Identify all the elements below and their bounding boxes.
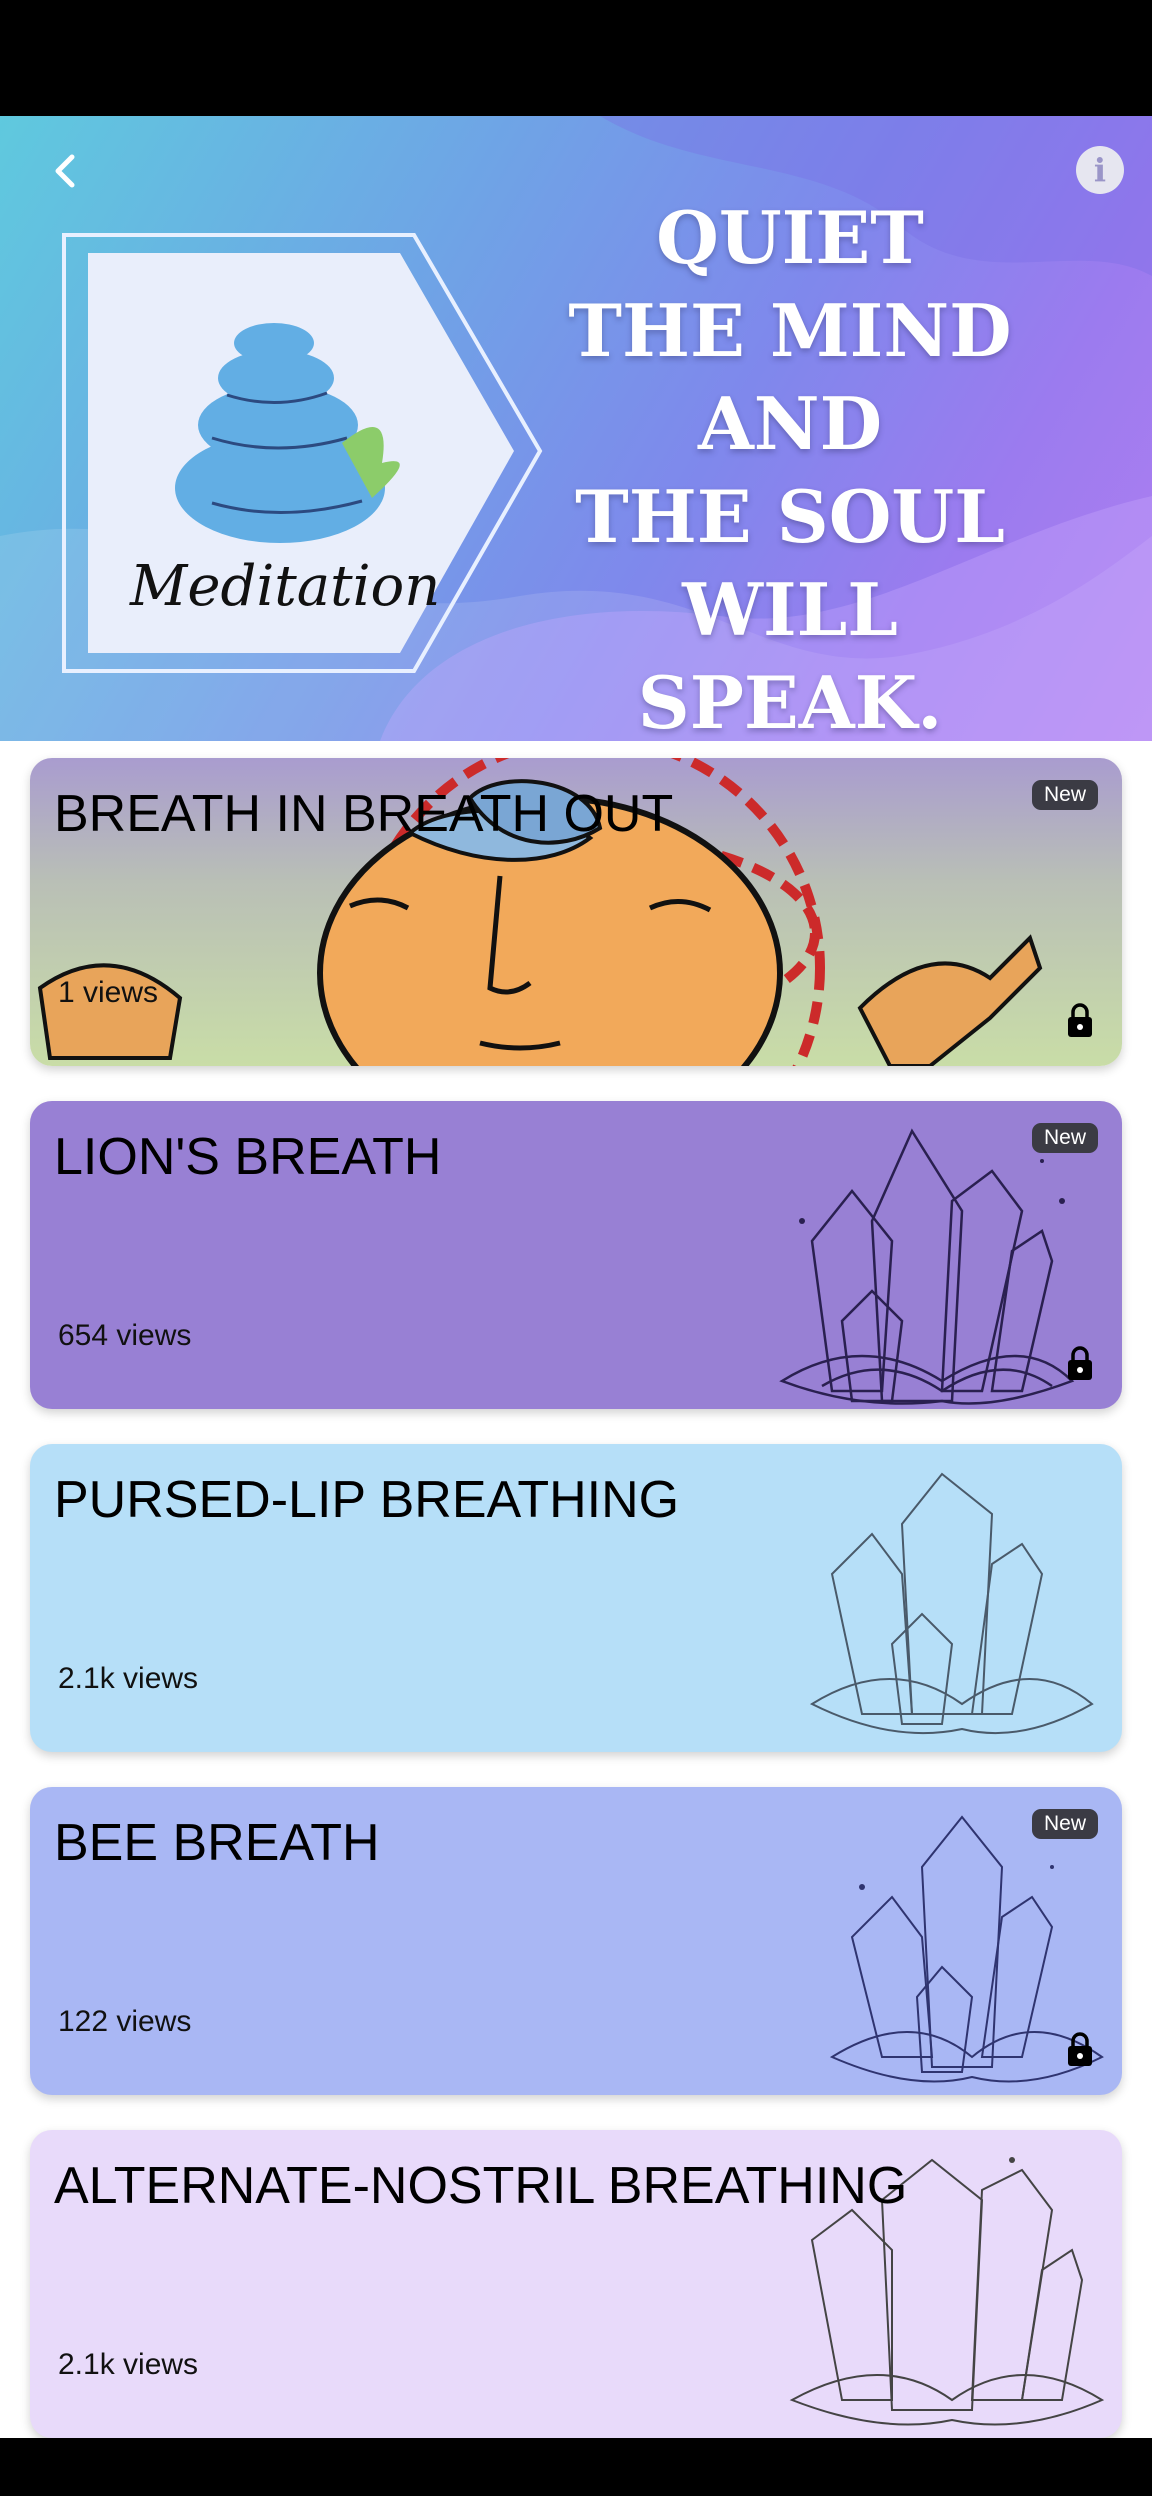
new-badge: New	[1031, 1123, 1098, 1153]
hero-quote: QUIET THE MIND AND THE SOUL WILL SPEAK.	[568, 195, 1012, 741]
lock-icon	[1068, 1346, 1092, 1380]
info-button[interactable]: i	[1076, 146, 1124, 194]
navigation-bar	[0, 2438, 1152, 2496]
exercise-card[interactable]: BEE BREATH 122 views New	[30, 1787, 1122, 2095]
screen: i Meditation QUIET THE MIND AND THE SOUL…	[0, 116, 1152, 2438]
card-views: 654 views	[58, 1319, 192, 1352]
exercise-card[interactable]: ALTERNATE-NOSTRIL BREATHING 2.1k views	[30, 2130, 1122, 2438]
status-bar	[0, 0, 1152, 116]
hero-banner: i Meditation QUIET THE MIND AND THE SOUL…	[0, 116, 1152, 741]
back-button[interactable]	[40, 146, 90, 196]
card-title: BREATH IN BREATH OUT	[54, 785, 674, 843]
card-title: ALTERNATE-NOSTRIL BREATHING	[54, 2157, 908, 2215]
new-badge: New	[1031, 780, 1098, 810]
info-icon: i	[1093, 151, 1107, 189]
card-views: 2.1k views	[58, 2348, 199, 2381]
card-views: 1 views	[58, 976, 159, 1009]
new-badge: New	[1031, 1809, 1098, 1839]
crystal-lotus-illustration	[809, 1472, 1094, 1735]
exercise-card[interactable]: PURSED-LIP BREATHING 2.1k views	[30, 1444, 1122, 1752]
card-views: 122 views	[58, 2005, 192, 2038]
chevron-left-icon	[55, 154, 75, 188]
card-title: BEE BREATH	[54, 1814, 380, 1872]
lock-icon	[1068, 1003, 1092, 1037]
logo-text: Meditation	[130, 554, 441, 619]
card-title: PURSED-LIP BREATHING	[54, 1471, 680, 1529]
lock-icon	[1068, 2032, 1092, 2066]
card-title: LION'S BREATH	[54, 1128, 442, 1186]
card-views: 2.1k views	[58, 1662, 199, 1695]
exercise-card[interactable]: BREATH IN BREATH OUT 1 views New	[30, 758, 1122, 1066]
exercise-card[interactable]: LION'S BREATH 654 views New	[30, 1101, 1122, 1409]
